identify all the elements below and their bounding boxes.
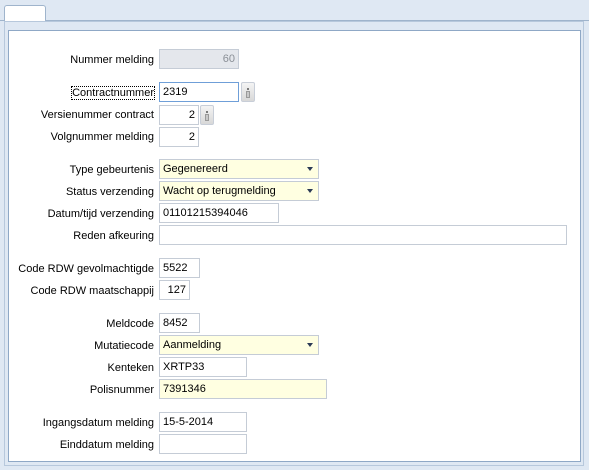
reden-afkeuring-field[interactable]	[159, 225, 567, 245]
mutatiecode-value: Aanmelding	[163, 339, 222, 351]
status-verzending-dropdown[interactable]: Wacht op terugmelding	[159, 181, 319, 201]
datum-tijd-verzending-label: Datum/tijd verzending	[47, 208, 154, 220]
kenteken-label: Kenteken	[107, 362, 154, 374]
code-rdw-gevolmachtigde-label: Code RDW gevolmachtigde	[18, 263, 154, 275]
kenteken-field[interactable]: XRTP33	[159, 357, 247, 377]
nummer-melding-field: 60	[159, 49, 239, 69]
volgnummer-melding-field[interactable]: 2	[159, 127, 199, 147]
contractnummer-label: Contractnummer	[71, 86, 155, 100]
tab-general[interactable]	[4, 5, 46, 22]
datum-tijd-verzending-field[interactable]: 01101215394046	[159, 203, 279, 223]
type-gebeurtenis-label: Type gebeurtenis	[69, 164, 154, 176]
chevron-down-icon[interactable]	[307, 189, 313, 193]
polisnummer-label: Polisnummer	[89, 384, 154, 396]
versienummer-contract-label: Versienummer contract	[40, 109, 154, 121]
ingangsdatum-melding-label: Ingangsdatum melding	[42, 417, 154, 429]
meldcode-label: Meldcode	[106, 318, 154, 330]
lookup-icon	[246, 88, 250, 98]
code-rdw-maatschappij-field[interactable]: 127	[159, 280, 190, 300]
status-verzending-label: Status verzending	[65, 186, 154, 198]
chevron-down-icon[interactable]	[307, 167, 313, 171]
code-rdw-gevolmachtigde-field[interactable]: 5522	[159, 258, 200, 278]
mutatiecode-dropdown[interactable]: Aanmelding	[159, 335, 319, 355]
reden-afkeuring-label: Reden afkeuring	[73, 230, 154, 242]
code-rdw-maatschappij-label: Code RDW maatschappij	[30, 285, 155, 297]
lookup-icon	[205, 111, 209, 121]
volgnummer-melding-label: Volgnummer melding	[50, 131, 154, 143]
versienummer-contract-field[interactable]: 2	[159, 105, 199, 125]
type-gebeurtenis-dropdown[interactable]: Gegenereerd	[159, 159, 319, 179]
einddatum-melding-field[interactable]	[159, 434, 247, 454]
einddatum-melding-label: Einddatum melding	[59, 439, 154, 451]
ingangsdatum-melding-field[interactable]: 15-5-2014	[159, 412, 247, 432]
versienummer-lookup-button[interactable]	[200, 105, 214, 125]
type-gebeurtenis-value: Gegenereerd	[163, 163, 228, 175]
mutatiecode-label: Mutatiecode	[94, 340, 154, 352]
contractnummer-lookup-button[interactable]	[241, 82, 255, 102]
polisnummer-field[interactable]: 7391346	[159, 379, 327, 399]
nummer-melding-label: Nummer melding	[70, 54, 154, 66]
chevron-down-icon[interactable]	[307, 343, 313, 347]
meldcode-field[interactable]: 8452	[159, 313, 200, 333]
contractnummer-field[interactable]: 2319	[159, 82, 239, 102]
status-verzending-value: Wacht op terugmelding	[163, 185, 276, 197]
contractnummer-label-wrap: Contractnummer	[0, 86, 155, 100]
